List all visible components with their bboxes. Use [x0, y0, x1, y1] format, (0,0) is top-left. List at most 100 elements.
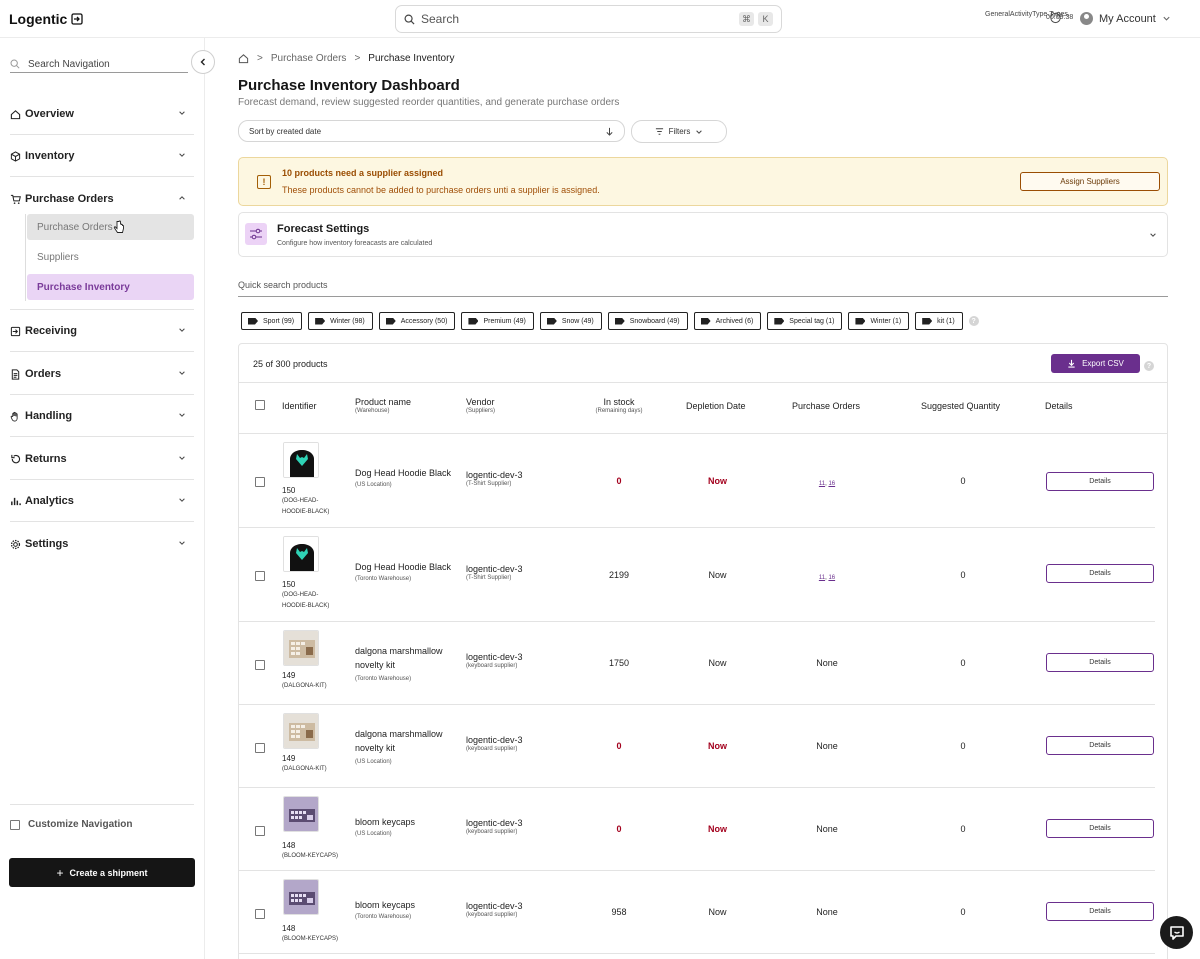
select-all-checkbox[interactable] — [255, 400, 265, 410]
row-checkbox[interactable] — [255, 571, 265, 581]
product-identifier: 148 (BLOOM-KEYCAPS) — [282, 840, 338, 862]
sidebar-subitem-purchase-orders[interactable]: Purchase Orders — [27, 214, 194, 240]
sidebar-item-settings[interactable]: Settings — [10, 534, 194, 554]
sidebar-subitem-purchase-inventory[interactable]: Purchase Inventory — [27, 274, 194, 300]
account-menu[interactable]: My Account — [1080, 12, 1171, 25]
search-icon — [10, 59, 20, 69]
vendor-cell: logentic-dev-3 (keyboard supplier) — [466, 735, 523, 752]
k-key-badge: K — [758, 12, 773, 26]
sidebar-item-inventory[interactable]: Inventory — [10, 146, 194, 166]
tag-icon — [385, 317, 396, 325]
column-vendor[interactable]: Vendor (Suppliers) — [466, 397, 495, 414]
row-checkbox[interactable] — [255, 826, 265, 836]
details-button[interactable]: Details — [1046, 564, 1154, 583]
column-identifier[interactable]: Identifier — [282, 401, 317, 411]
tag-chip[interactable]: kit (1) — [915, 312, 963, 330]
sidebar-item-label: Purchase Orders — [25, 193, 114, 205]
tag-chip[interactable]: Snowboard (49) — [607, 312, 688, 330]
product-name[interactable]: dalgona marshmallow novelty kit (Toronto W… — [355, 644, 443, 686]
filters-button[interactable]: Filters — [631, 120, 727, 143]
product-identifier: 148 (BLOOM-KEYCAPS) — [282, 923, 338, 945]
customize-navigation-toggle[interactable]: Customize Navigation — [10, 819, 132, 830]
create-shipment-button[interactable]: + Create a shipment — [9, 858, 195, 887]
vendor-cell: logentic-dev-3 (T-Shirt Supplier) — [466, 470, 523, 487]
tag-chip[interactable]: Winter (1) — [848, 312, 910, 330]
tag-chip[interactable]: Snow (49) — [539, 312, 602, 330]
sort-select[interactable]: Sort by created date — [238, 120, 625, 142]
tag-label: kit (1) — [937, 317, 955, 325]
sidebar-item-analytics[interactable]: Analytics — [10, 491, 194, 511]
tag-icon — [614, 317, 625, 325]
assign-suppliers-button[interactable]: Assign Suppliers — [1020, 172, 1160, 191]
sidebar-item-purchase-orders[interactable]: Purchase Orders — [10, 189, 194, 209]
row-checkbox[interactable] — [255, 477, 265, 487]
global-search-input[interactable]: Search ⌘ K — [395, 5, 782, 33]
details-button[interactable]: Details — [1046, 819, 1154, 838]
product-identifier: 150 (DOG-HEAD- HOODIE-BLACK) — [282, 485, 329, 518]
sidebar-subitem-suppliers[interactable]: Suppliers — [27, 244, 194, 270]
tag-chip[interactable]: Winter (98) — [308, 312, 373, 330]
product-name[interactable]: Dog Head Hoodie Black (Toronto Warehouse) — [355, 562, 451, 582]
column-product-name[interactable]: Product name (Warehouse) — [355, 397, 411, 414]
sidebar-item-label: Overview — [25, 108, 74, 120]
product-name-line: novelty kit — [355, 660, 396, 670]
tag-chip[interactable]: Special tag (1) — [767, 312, 843, 330]
details-button[interactable]: Details — [1046, 653, 1154, 672]
sidebar-item-label: Handling — [25, 410, 73, 422]
sidebar-item-orders[interactable]: Orders — [10, 364, 194, 384]
tag-chip[interactable]: Sport (99) — [241, 312, 303, 330]
product-sku: (BLOOM-KEYCAPS) — [282, 853, 339, 859]
tag-icon — [855, 317, 866, 325]
product-name[interactable]: Dog Head Hoodie Black (US Location) — [355, 468, 451, 488]
depletion-date-value: Now — [708, 824, 727, 834]
details-button[interactable]: Details — [1046, 472, 1154, 491]
product-sku: HOODIE-BLACK) — [282, 509, 330, 515]
collapse-sidebar-button[interactable] — [191, 50, 215, 74]
purchase-orders-value: None — [816, 658, 838, 668]
details-button[interactable]: Details — [1046, 736, 1154, 755]
logo[interactable]: Logentic — [9, 11, 83, 27]
home-icon[interactable] — [238, 53, 249, 64]
row-checkbox[interactable] — [255, 909, 265, 919]
chat-support-button[interactable] — [1160, 916, 1193, 949]
column-label: Product name — [355, 397, 412, 407]
column-suggested-quantity[interactable]: Suggested Quantity — [921, 401, 1000, 411]
details-button[interactable]: Details — [1046, 902, 1154, 921]
breadcrumb-separator: > — [354, 53, 361, 64]
tag-icon — [700, 317, 711, 325]
tag-chip[interactable]: Premium (49) — [461, 312, 534, 330]
product-name[interactable]: bloom keycaps (US Location) — [355, 817, 415, 837]
tag-chip[interactable]: Archived (6) — [693, 312, 762, 330]
navigation-search-placeholder: Search Navigation — [28, 58, 110, 70]
divider — [10, 134, 194, 135]
sidebar-item-returns[interactable]: Returns — [10, 449, 194, 469]
product-name[interactable]: dalgona marshmallow novelty kit (US Locati… — [355, 727, 443, 769]
product-name-line: novelty kit — [355, 743, 396, 753]
column-depletion-date[interactable]: Depletion Date — [686, 401, 746, 411]
navigation-search-input[interactable]: Search Navigation — [10, 56, 188, 73]
purchase-order-link[interactable]: 16 — [828, 575, 835, 581]
sort-select-value: Sort by created date — [249, 126, 322, 136]
suggested-quantity-value: 0 — [960, 476, 966, 486]
breadcrumb-purchase-orders[interactable]: Purchase Orders — [271, 53, 347, 64]
purchase-order-link[interactable]: 16 — [828, 481, 835, 487]
export-csv-button[interactable]: Export CSV — [1051, 354, 1140, 373]
column-in-stock[interactable]: In stock (Remaining days) — [589, 397, 649, 414]
in-stock-value: 0 — [616, 741, 622, 751]
column-purchase-orders[interactable]: Purchase Orders — [792, 401, 860, 411]
sidebar-item-label: Returns — [25, 453, 67, 465]
chevron-down-icon — [179, 328, 185, 332]
row-checkbox[interactable] — [255, 660, 265, 670]
forecast-settings-panel[interactable]: Forecast Settings Configure how inventor… — [238, 212, 1168, 257]
tag-chip[interactable]: Accessory (50) — [378, 312, 456, 330]
product-name[interactable]: bloom keycaps (Toronto Warehouse) — [355, 900, 415, 920]
product-warehouse: (Toronto Warehouse) — [355, 914, 412, 920]
help-icon[interactable]: ? — [1144, 361, 1154, 371]
sidebar-item-receiving[interactable]: Receiving — [10, 321, 194, 341]
sidebar-item-handling[interactable]: Handling — [10, 406, 194, 426]
customize-navigation-checkbox[interactable] — [10, 819, 20, 830]
help-icon[interactable]: ? — [968, 316, 979, 326]
row-checkbox[interactable] — [255, 743, 265, 753]
quick-search-input[interactable]: Quick search products — [238, 280, 1168, 297]
sidebar-item-overview[interactable]: Overview — [10, 104, 194, 124]
